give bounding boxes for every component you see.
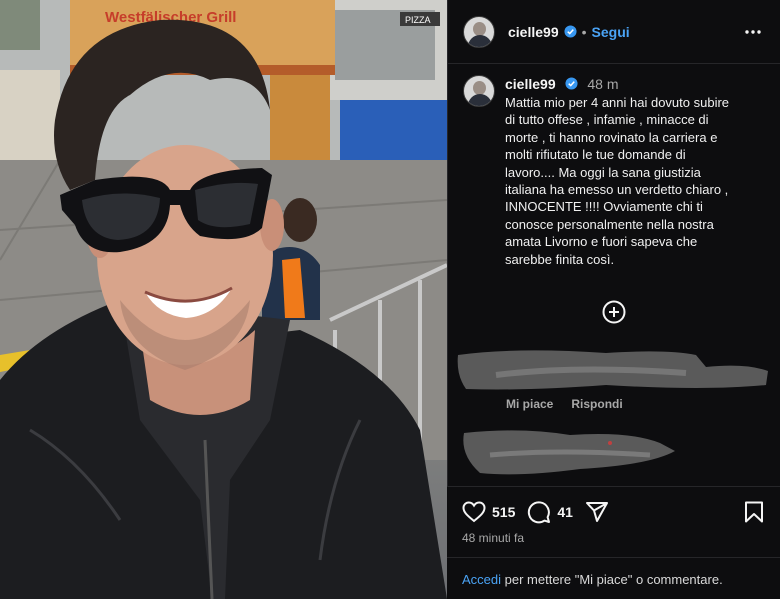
separator-dot: • <box>581 23 587 40</box>
post-header: cielle99 • Segui <box>448 0 780 64</box>
comment-like-button[interactable]: Mi piace <box>506 397 553 411</box>
caption-avatar[interactable] <box>463 75 495 107</box>
share-plane-icon <box>585 502 608 522</box>
like-count: 515 <box>492 504 516 520</box>
login-prompt: Accedi per mettere "Mi piace" o commenta… <box>462 572 723 587</box>
login-prompt-text: per mettere "Mi piace" o commentare. <box>501 572 723 587</box>
author-username[interactable]: cielle99 <box>508 24 559 40</box>
post-caption: cielle99 48 m Mattia mio per 4 anni hai … <box>463 75 773 268</box>
caption-time: 48 m <box>587 76 619 92</box>
comment-count: 41 <box>557 504 573 520</box>
more-horizontal-icon[interactable] <box>743 22 763 42</box>
heart-icon <box>462 501 486 523</box>
follow-button[interactable]: Segui <box>592 24 630 40</box>
verified-badge-icon <box>564 25 577 38</box>
post-time-ago: 48 minuti fa <box>462 531 525 545</box>
comment-reply-button[interactable]: Rispondi <box>571 397 622 411</box>
comment-meta: Mi piace Rispondi <box>506 397 623 411</box>
caption-username[interactable]: cielle99 <box>505 76 556 92</box>
redacted-comment <box>463 430 675 475</box>
verified-badge-icon <box>564 77 578 90</box>
pizza-sign: PIZZA <box>405 15 431 25</box>
bookmark-icon[interactable] <box>744 501 764 523</box>
redacted-comment <box>457 350 768 390</box>
share-button[interactable] <box>585 501 609 523</box>
caption-text: Mattia mio per 4 anni hai dovuto subire … <box>505 95 730 267</box>
like-button[interactable]: 515 <box>462 501 515 523</box>
divider <box>447 557 780 558</box>
author-avatar[interactable] <box>463 15 495 48</box>
post-photo[interactable]: PIZZA Westfälischer Grill <box>0 0 447 599</box>
photo-illustration: PIZZA Westfälischer Grill <box>0 0 447 599</box>
comment-bubble-icon <box>528 501 551 524</box>
login-link[interactable]: Accedi <box>462 572 501 587</box>
plus-circle-icon[interactable] <box>602 300 626 324</box>
post-actions: 515 41 48 minuti fa Accedi per mettere "… <box>447 486 780 599</box>
comment-button[interactable]: 41 <box>527 500 573 524</box>
